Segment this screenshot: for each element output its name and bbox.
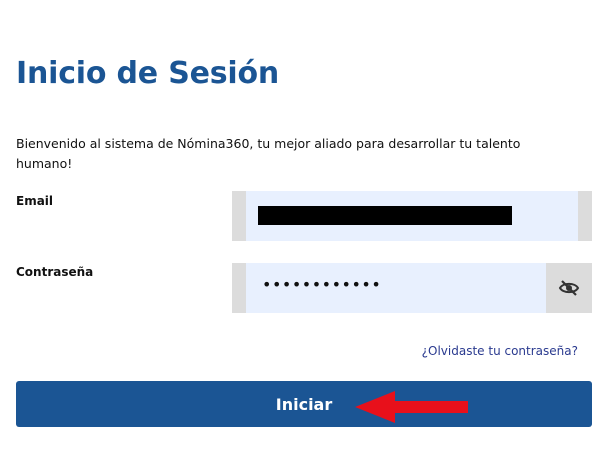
welcome-text: Bienvenido al sistema de Nómina360, tu m…	[16, 136, 521, 171]
password-label: Contraseña	[16, 265, 94, 279]
red-arrow-icon	[355, 391, 468, 423]
email-label: Email	[16, 194, 54, 208]
password-field[interactable]: ••••••••••••	[232, 263, 592, 313]
toggle-password-visibility-button[interactable]	[546, 263, 592, 313]
redacted-email-value	[258, 206, 512, 225]
login-submit-button[interactable]: Iniciar	[16, 381, 592, 427]
forgot-password-link[interactable]: ¿Olvidaste tu contraseña?	[422, 344, 578, 358]
page-title: Inicio de Sesión	[16, 56, 280, 91]
eye-slash-icon	[558, 280, 580, 296]
field-edge	[578, 191, 592, 241]
password-value: ••••••••••••	[262, 275, 382, 294]
email-field[interactable]	[232, 191, 592, 241]
